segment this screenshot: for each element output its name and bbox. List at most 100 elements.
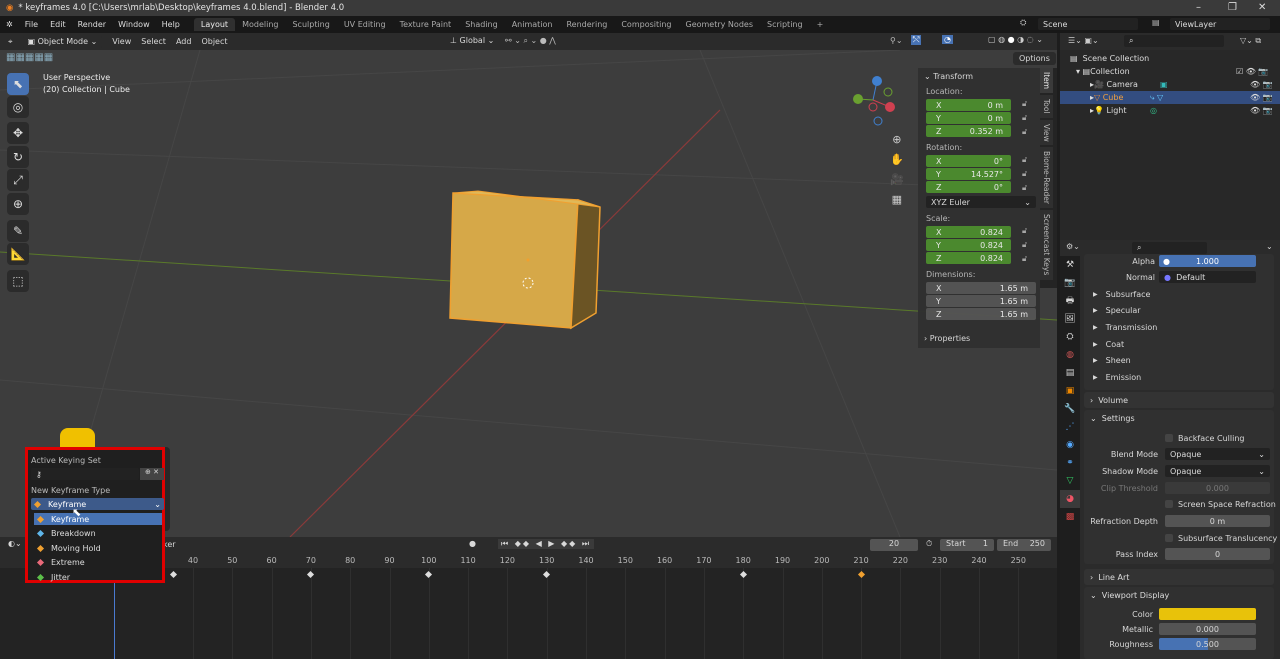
data-tab-icon[interactable]: ▽ [1060,472,1080,490]
minimize-button[interactable]: – [1196,2,1201,13]
menu-view[interactable]: View [112,37,131,46]
subpanel-subsurface[interactable]: ▶ Subsurface [1093,288,1150,300]
keying-set-field[interactable]: ⚷ [31,468,139,480]
tab-screencast-keys[interactable]: Screencast Keys [1040,210,1053,280]
subpanel-coat[interactable]: ▶ Coat [1093,338,1124,350]
outliner-display-mode-icon[interactable]: ☰⌄ ▣⌄ [1068,36,1099,45]
blend-mode-dropdown[interactable]: Opaque ⌄ [1165,448,1270,460]
annotate-tool-icon[interactable]: ✎ [7,220,29,242]
tab-modeling[interactable]: Modeling [235,18,285,31]
lock-icon[interactable]: 🔓︎ [1022,254,1027,264]
backface-culling-checkbox[interactable]: Backface Culling [1165,432,1244,444]
tab-geometry-nodes[interactable]: Geometry Nodes [679,18,760,31]
gizmo-toggle-icon[interactable]: ⤲ [911,35,922,45]
location-y-field[interactable]: Y 0 m [926,112,1011,124]
keyframe-type-option-keyframe[interactable]: Keyframe [34,513,162,525]
cursor-tool-icon[interactable]: ◎ [7,96,29,118]
options-button[interactable]: Options [1013,52,1056,65]
properties-search-input[interactable]: ⌕ [1132,242,1207,254]
lock-icon[interactable]: 🔓︎ [1022,155,1027,165]
orientation-dropdown[interactable]: ⊥ Global ⌄ [450,36,494,45]
lock-icon[interactable]: 🔓︎ [1022,240,1027,250]
lock-icon[interactable]: 🔓︎ [1022,183,1027,193]
subpanel-transmission[interactable]: ▶ Transmission [1093,321,1157,333]
rotate-tool-icon[interactable]: ↻ [7,146,29,168]
output-tab-icon[interactable]: 🖶 [1060,292,1080,310]
dimension-y-field[interactable]: Y 1.65 m [926,295,1036,307]
menu-edit[interactable]: Edit [44,20,72,29]
rotation-mode-dropdown[interactable]: XYZ Euler ⌄ [926,196,1036,208]
close-button[interactable]: ✕ [1258,2,1266,13]
ssr-checkbox[interactable]: Screen Space Refraction [1165,498,1276,510]
menu-object[interactable]: Object [201,37,227,46]
collection-tab-icon[interactable]: ▤ [1060,364,1080,382]
lock-icon[interactable]: 🔓︎ [1022,226,1027,236]
subsurface-translucency-checkbox[interactable]: Subsurface Translucency [1165,532,1277,544]
visibility-controls[interactable]: ☑ 👁 📷 [1236,67,1268,76]
maximize-button[interactable]: ❐ [1228,2,1237,13]
camera-view-icon[interactable]: 🎥 [890,170,904,190]
rotation-y-field[interactable]: Y 14.527° [926,168,1011,180]
scale-x-field[interactable]: X 0.824 [926,226,1011,238]
tool-tab-icon[interactable]: ⚒ [1060,256,1080,274]
normal-field[interactable]: ● Default [1159,271,1256,283]
auto-keying-button[interactable]: ● [469,539,476,548]
object-tab-icon[interactable]: ▣ [1060,382,1080,400]
refraction-depth-field[interactable]: 0 m [1165,515,1270,527]
menu-add[interactable]: Add [176,37,192,46]
current-frame-field[interactable]: 20 [870,539,918,551]
line-art-panel-header[interactable]: › Line Art [1084,569,1274,585]
settings-panel-header[interactable]: ⌄ Settings [1084,410,1274,426]
tab-compositing[interactable]: Compositing [614,18,678,31]
location-z-field[interactable]: Z 0.352 m [926,125,1011,137]
keyframe-type-dropdown[interactable]: Keyframe ⌄ [31,498,164,510]
scale-tool-icon[interactable]: ⤢ [7,169,29,191]
rotation-x-field[interactable]: X 0° [926,155,1011,167]
tab-tool[interactable]: Tool [1040,95,1053,118]
tab-item[interactable]: Item [1040,68,1053,94]
playback-controls[interactable]: ⏮ ◆◆ ◀ ▶ ◆◆ ⏭ [498,539,595,549]
scale-z-field[interactable]: Z 0.824 [926,252,1011,264]
shadow-mode-dropdown[interactable]: Opaque ⌄ [1165,465,1270,477]
outliner-item-cube[interactable]: ▸ ▽ Cube ⤷ ▽ 👁 📷 [1060,91,1280,104]
end-frame-field[interactable]: End 250 [997,539,1051,551]
lock-icon[interactable]: 🔓︎ [1022,169,1027,179]
properties-options-icon[interactable]: ⌄ [1266,242,1273,251]
subpanel-sheen[interactable]: ▶ Sheen [1093,355,1131,367]
volume-panel-header[interactable]: › Volume [1084,392,1274,408]
keyframe-type-option-jitter[interactable]: Jitter [34,571,162,583]
tab-biome-reader[interactable]: Biome-Reader [1040,147,1053,209]
outliner-item-camera[interactable]: ▸ 🎥 Camera ▣ 👁 📷 [1060,78,1280,91]
editor-type-icon[interactable]: ⌖ [8,37,13,47]
location-x-field[interactable]: X 0 m [926,99,1011,111]
overlay-toggle-icon[interactable]: ◔ [942,35,953,44]
move-tool-icon[interactable]: ✥ [7,122,29,144]
tab-shading[interactable]: Shading [458,18,505,31]
pan-hand-icon[interactable]: ✋ [890,150,904,170]
texture-tab-icon[interactable]: ▩ [1060,508,1080,526]
menu-select[interactable]: Select [141,37,166,46]
roughness-slider[interactable]: 0.500 [1159,638,1256,650]
outliner-scene-collection[interactable]: ▤ Scene Collection [1060,52,1280,65]
editor-type-icon[interactable]: ⚙⌄ [1066,242,1080,251]
subpanel-emission[interactable]: ▶ Emission [1093,372,1141,384]
subpanel-specular[interactable]: ▶ Specular [1093,305,1141,317]
tab-rendering[interactable]: Rendering [559,18,614,31]
pass-index-field[interactable]: 0 [1165,548,1270,560]
object-mode-dropdown[interactable]: ▣ Object Mode ⌄ [22,35,103,48]
dimension-z-field[interactable]: Z 1.65 m [926,308,1036,320]
keyframe-type-option-breakdown[interactable]: Breakdown [34,528,162,540]
material-tab-icon[interactable]: ◕ [1060,490,1080,508]
menu-window[interactable]: Window [112,20,156,29]
outliner-search-input[interactable]: ⌕ [1124,35,1224,47]
menu-render[interactable]: Render [72,20,112,29]
render-tab-icon[interactable]: 📷 [1060,274,1080,292]
visibility-controls[interactable]: 👁 📷 [1250,80,1273,89]
transform-tool-icon[interactable]: ⊕ [7,193,29,215]
select-tool-icon[interactable]: ⬉ [7,73,29,95]
visibility-controls[interactable]: 👁 📷 [1250,93,1273,102]
transform-panel-header[interactable]: ⌄ Transform [924,72,1036,81]
menu-file[interactable]: File [19,20,44,29]
viewport-nav-buttons[interactable]: ⊕ ✋ 🎥 ▦ [890,130,904,210]
tab-animation[interactable]: Animation [505,18,560,31]
